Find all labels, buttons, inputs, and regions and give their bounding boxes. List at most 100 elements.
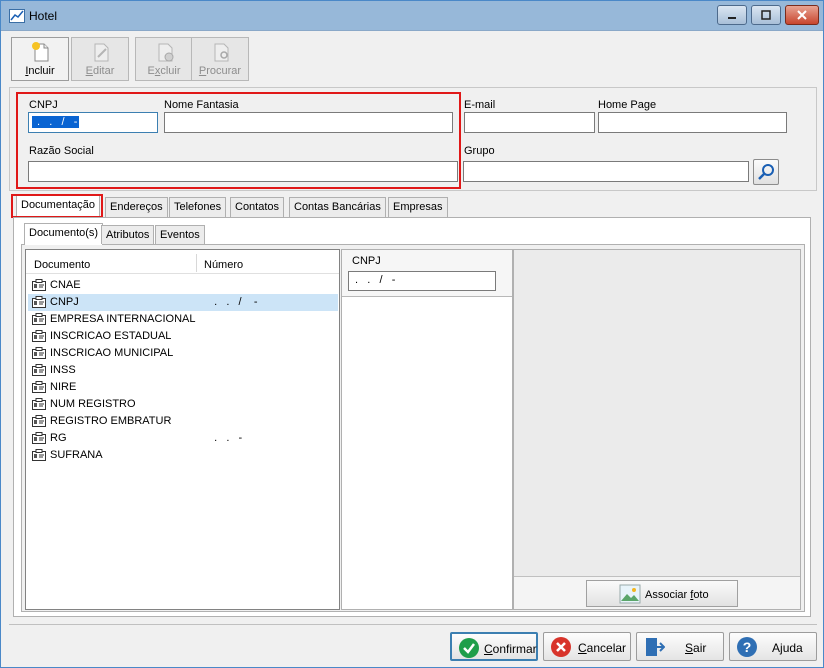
document-name: INSCRICAO MUNICIPAL: [50, 347, 174, 359]
maximize-icon: [761, 10, 771, 20]
minimize-icon: [728, 17, 736, 19]
grupo-field[interactable]: [463, 161, 749, 182]
document-name: CNAE: [50, 279, 81, 291]
table-row[interactable]: RG . . -: [28, 430, 338, 447]
minimize-button[interactable]: [717, 5, 747, 25]
hotel-window: Hotel Incluir Editar Excluir Procurar CN…: [0, 0, 824, 668]
document-card-icon: [32, 279, 46, 291]
confirmar-button[interactable]: Confirmar: [450, 632, 538, 661]
ajuda-label: Ajuda: [772, 641, 803, 655]
tab-contas-bancarias[interactable]: Contas Bancárias: [289, 197, 386, 217]
delete-document-icon: [158, 43, 174, 62]
document-name: INSCRICAO ESTADUAL: [50, 330, 172, 342]
email-label: E-mail: [464, 99, 496, 111]
editar-label: Editar: [85, 65, 115, 77]
chart-icon: [9, 9, 25, 23]
edit-document-icon: [94, 43, 109, 62]
photo-panel: Associar foto: [513, 249, 801, 610]
document-card-icon: [32, 398, 46, 410]
document-detail-panel: CNPJ . . / -: [341, 249, 513, 610]
procurar-button[interactable]: Procurar: [191, 37, 249, 81]
find-document-icon: [214, 43, 229, 62]
tab-empresas[interactable]: Empresas: [388, 197, 448, 217]
document-number: . . -: [208, 432, 243, 444]
subtab-atributos[interactable]: Atributos: [101, 225, 155, 244]
document-card-icon: [32, 364, 46, 376]
column-header-numero[interactable]: Número: [204, 259, 243, 271]
table-row[interactable]: CNAE: [28, 277, 338, 294]
table-row[interactable]: NUM REGISTRO: [28, 396, 338, 413]
email-field[interactable]: [464, 112, 595, 133]
documents-list[interactable]: Documento Número CNAE CNPJ . . / - EMPRESA…: [25, 249, 340, 610]
excluir-button[interactable]: Excluir: [135, 37, 193, 81]
detail-field-label: CNPJ: [352, 255, 381, 267]
document-card-icon: [32, 432, 46, 444]
cancelar-label: Cancelar: [578, 641, 627, 655]
table-row[interactable]: INSS: [28, 362, 338, 379]
document-card-icon: [32, 313, 46, 325]
table-row[interactable]: INSCRICAO ESTADUAL: [28, 328, 338, 345]
document-name: RG: [50, 432, 67, 444]
incluir-label: Incluir: [25, 65, 55, 77]
table-row[interactable]: CNPJ . . / -: [28, 294, 338, 311]
document-name: INSS: [50, 364, 76, 376]
document-name: NIRE: [50, 381, 77, 393]
document-card-icon: [32, 347, 46, 359]
tab-telefones[interactable]: Telefones: [169, 197, 227, 217]
tab-enderecos[interactable]: Endereços: [105, 197, 168, 217]
document-card-icon: [32, 449, 46, 461]
table-row[interactable]: INSCRICAO MUNICIPAL: [28, 345, 338, 362]
subtab-documentos[interactable]: Documento(s): [24, 223, 104, 245]
associar-foto-label: Associar foto: [645, 589, 709, 601]
home-page-label: Home Page: [598, 99, 657, 111]
image-icon: [619, 584, 641, 604]
document-name: NUM REGISTRO: [50, 398, 136, 410]
help-icon: ?: [737, 637, 757, 657]
home-page-field[interactable]: [598, 112, 787, 133]
tab-contatos[interactable]: Contatos: [230, 197, 285, 217]
highlight-box-header: [16, 92, 461, 189]
document-detail-header: CNPJ . . / -: [342, 250, 512, 297]
document-card-icon: [32, 330, 46, 342]
document-card-icon: [32, 381, 46, 393]
cancelar-button[interactable]: Cancelar: [543, 632, 631, 661]
incluir-button[interactable]: Incluir: [11, 37, 69, 81]
excluir-label: Excluir: [147, 65, 181, 77]
subtab-eventos[interactable]: Eventos: [155, 225, 205, 244]
documents-list-header: Documento Número: [26, 250, 339, 274]
ajuda-button[interactable]: ? Ajuda: [729, 632, 817, 661]
maximize-button[interactable]: [751, 5, 781, 25]
title-bar[interactable]: Hotel: [1, 1, 823, 31]
close-icon: [797, 10, 807, 20]
check-icon: [459, 638, 479, 658]
document-card-icon: [32, 296, 46, 308]
document-number: . . / -: [208, 296, 258, 308]
highlight-box-tab: [11, 194, 103, 218]
footer-divider: [9, 624, 817, 625]
procurar-label: Procurar: [198, 65, 242, 77]
sair-button[interactable]: Sair: [636, 632, 724, 661]
new-document-icon: [32, 42, 49, 62]
close-button[interactable]: [785, 5, 819, 25]
detail-cnpj-field[interactable]: . . / -: [348, 271, 496, 291]
cancel-icon: [551, 637, 571, 657]
table-row[interactable]: EMPRESA INTERNACIONAL: [28, 311, 338, 328]
toolbar: Incluir Editar Excluir Procurar: [9, 35, 817, 83]
grupo-label: Grupo: [464, 145, 495, 157]
table-row[interactable]: REGISTRO EMBRATUR: [28, 413, 338, 430]
table-row[interactable]: SUFRANA: [28, 447, 338, 464]
sair-label: Sair: [685, 641, 707, 655]
search-icon: [758, 164, 774, 180]
table-row[interactable]: NIRE: [28, 379, 338, 396]
grupo-search-button[interactable]: [753, 159, 779, 185]
confirmar-label: Confirmar: [484, 642, 537, 656]
associar-foto-button[interactable]: Associar foto: [586, 580, 738, 607]
editar-button[interactable]: Editar: [71, 37, 129, 81]
document-name: CNPJ: [50, 296, 79, 308]
window-title: Hotel: [29, 9, 58, 23]
column-header-documento[interactable]: Documento: [34, 259, 90, 271]
column-divider[interactable]: [196, 254, 197, 272]
exit-door-icon: [646, 638, 665, 656]
svg-text:?: ?: [743, 639, 752, 655]
document-card-icon: [32, 415, 46, 427]
